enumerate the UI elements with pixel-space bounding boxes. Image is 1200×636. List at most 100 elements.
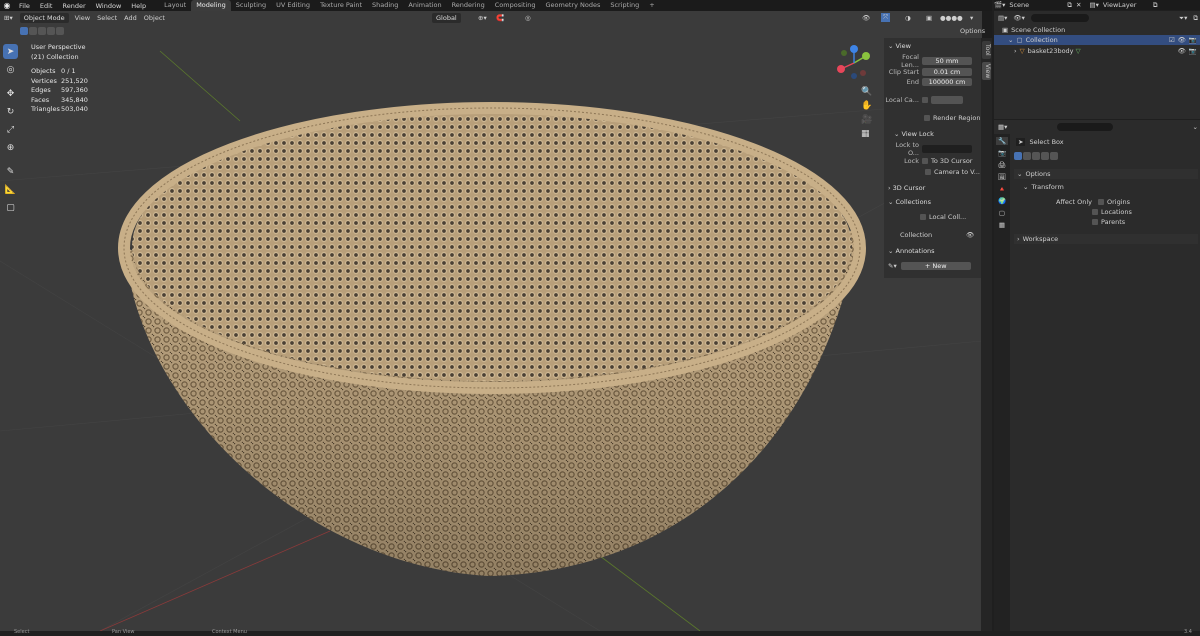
tab-shading[interactable]: Shading — [367, 0, 403, 11]
viewlayer-field[interactable]: ViewLayer — [1103, 1, 1153, 9]
scene-icon[interactable]: 🎬▾ — [994, 1, 1005, 9]
tab-rendering[interactable]: Rendering — [447, 0, 490, 11]
eye-icon[interactable]: 👁 — [1178, 47, 1186, 55]
new-collection-icon[interactable]: ⧉ — [1193, 14, 1198, 23]
options-header[interactable]: Options — [1025, 170, 1050, 178]
camera-view-icon[interactable]: 🎥 — [861, 115, 872, 125]
collections-header[interactable]: Collections — [896, 198, 932, 206]
tab-geometry-nodes[interactable]: Geometry Nodes — [541, 0, 606, 11]
eye-icon[interactable]: 👁 — [966, 231, 974, 239]
add-workspace-button[interactable]: + — [644, 0, 659, 11]
scene-field[interactable]: Scene — [1009, 1, 1067, 9]
clip-start-field[interactable]: 0.01 cm — [922, 68, 972, 76]
overlay-toggle-icon[interactable]: ◑ — [905, 14, 911, 22]
chevron-down-icon[interactable]: ⌄ — [888, 247, 896, 255]
scene-collection-label[interactable]: Scene Collection — [1011, 26, 1065, 34]
shading-options-icon[interactable]: ▾ — [970, 14, 973, 22]
menu-window[interactable]: Window — [96, 2, 122, 10]
select-new-icon[interactable] — [20, 27, 28, 35]
eye-icon[interactable]: 👁 — [1178, 36, 1186, 44]
tab-scripting[interactable]: Scripting — [605, 0, 644, 11]
outliner-search-input[interactable] — [1030, 14, 1089, 22]
chevron-right-icon[interactable]: › — [1014, 47, 1017, 55]
mode-new-icon[interactable] — [1014, 152, 1022, 160]
new-annotation-button[interactable]: + New — [900, 262, 971, 270]
proportional-edit-icon[interactable]: ◎ — [525, 14, 531, 22]
add-cube-tool-icon[interactable]: ▢ — [3, 200, 18, 215]
render-properties-icon[interactable]: 📷 — [998, 149, 1006, 157]
select-subtract-icon[interactable] — [38, 27, 46, 35]
locations-checkbox[interactable] — [1092, 209, 1098, 215]
filter-icon[interactable]: ⏷▾ — [1179, 14, 1187, 23]
gizmo-toggle-icon[interactable]: ⤧ — [881, 13, 891, 22]
select-invert-icon[interactable] — [47, 27, 55, 35]
view-section-header[interactable]: View — [896, 42, 911, 50]
new-viewlayer-icon[interactable]: ⧉ — [1153, 1, 1158, 10]
blender-logo-icon[interactable]: ◉ — [0, 1, 14, 10]
view-layer-properties-icon[interactable]: 🖼 — [998, 173, 1006, 181]
parents-checkbox[interactable] — [1092, 219, 1098, 225]
lock-to-object-field[interactable] — [922, 145, 972, 153]
delete-scene-icon[interactable]: ✕ — [1076, 1, 1081, 9]
mode-invert-icon[interactable] — [1041, 152, 1049, 160]
mode-intersect-icon[interactable] — [1050, 152, 1058, 160]
render-region-checkbox[interactable] — [924, 115, 930, 121]
snap-icon[interactable]: 🧲 — [496, 14, 504, 22]
mode-subtract-icon[interactable] — [1032, 152, 1040, 160]
tab-animation[interactable]: Animation — [403, 0, 446, 11]
chevron-right-icon[interactable]: › — [1017, 235, 1020, 243]
move-tool-icon[interactable]: ✥ — [3, 86, 18, 101]
tab-layout[interactable]: Layout — [159, 0, 191, 11]
tab-texture-paint[interactable]: Texture Paint — [315, 0, 367, 11]
menu-render[interactable]: Render — [62, 2, 85, 10]
editor-type-icon[interactable]: ⊞▾ — [4, 14, 13, 22]
select-tool-icon[interactable]: ➤ — [3, 44, 18, 59]
tool-settings-icon[interactable]: 🔧 — [996, 137, 1008, 145]
viewlayer-icon[interactable]: ▤▾ — [1089, 1, 1098, 9]
zoom-icon[interactable]: 🔍 — [861, 87, 872, 97]
scene-properties-icon[interactable]: 🔺 — [998, 185, 1006, 193]
select-intersect-icon[interactable] — [56, 27, 64, 35]
checkbox-icon[interactable]: ☑ — [1169, 36, 1175, 44]
view-lock-header[interactable]: View Lock — [902, 130, 934, 138]
menu-file[interactable]: File — [19, 2, 30, 10]
collection-properties-icon[interactable]: ▢ — [999, 209, 1005, 217]
cursor-tool-icon[interactable]: ◎ — [3, 62, 18, 77]
tab-compositing[interactable]: Compositing — [490, 0, 541, 11]
pan-hand-icon[interactable]: ✋ — [861, 101, 872, 111]
properties-editor-icon[interactable]: ▦▾ — [998, 123, 1007, 131]
3d-cursor-header[interactable]: 3D Cursor — [893, 184, 926, 192]
object-label[interactable]: basket23body — [1028, 47, 1076, 55]
tab-view[interactable]: View — [982, 62, 991, 80]
chevron-down-icon[interactable]: ⌄ — [1193, 123, 1198, 131]
xray-icon[interactable]: ▣ — [926, 14, 932, 22]
camera-render-icon[interactable]: 📷 — [1189, 47, 1197, 55]
chevron-down-icon[interactable]: ⌄ — [888, 198, 896, 206]
scale-tool-icon[interactable]: ⤢ — [3, 122, 18, 137]
menu-add[interactable]: Add — [124, 14, 137, 22]
pivot-icon[interactable]: ⊕▾ — [478, 14, 487, 22]
outliner-editor-icon[interactable]: ▤▾ — [998, 14, 1007, 22]
mode-extend-icon[interactable] — [1023, 152, 1031, 160]
select-extend-icon[interactable] — [29, 27, 37, 35]
chevron-down-icon[interactable]: ⌄ — [888, 42, 896, 50]
output-properties-icon[interactable]: 🖨 — [998, 161, 1006, 169]
local-camera-checkbox[interactable] — [922, 97, 928, 103]
orientation-dropdown[interactable]: Global — [432, 12, 461, 23]
tab-sculpting[interactable]: Sculpting — [231, 0, 271, 11]
menu-object[interactable]: Object — [144, 14, 165, 22]
chevron-down-icon[interactable]: ⌄ — [1023, 183, 1028, 191]
chevron-down-icon[interactable]: ⌄ — [894, 130, 902, 138]
annotation-pencil-icon[interactable]: ✎▾ — [888, 262, 897, 270]
world-properties-icon[interactable]: 🌍 — [998, 197, 1006, 205]
annotations-header[interactable]: Annotations — [896, 247, 935, 255]
menu-help[interactable]: Help — [131, 2, 146, 10]
new-scene-icon[interactable]: ⧉ — [1067, 1, 1072, 10]
transform-header[interactable]: Transform — [1031, 183, 1063, 191]
display-mode-icon[interactable]: 👁▾ — [1013, 14, 1025, 22]
menu-view[interactable]: View — [75, 14, 90, 22]
visibility-icon[interactable]: 👁 — [862, 14, 870, 22]
collection-label[interactable]: Collection — [1026, 36, 1169, 44]
tab-uv-editing[interactable]: UV Editing — [271, 0, 315, 11]
rotate-tool-icon[interactable]: ↻ — [3, 104, 18, 119]
